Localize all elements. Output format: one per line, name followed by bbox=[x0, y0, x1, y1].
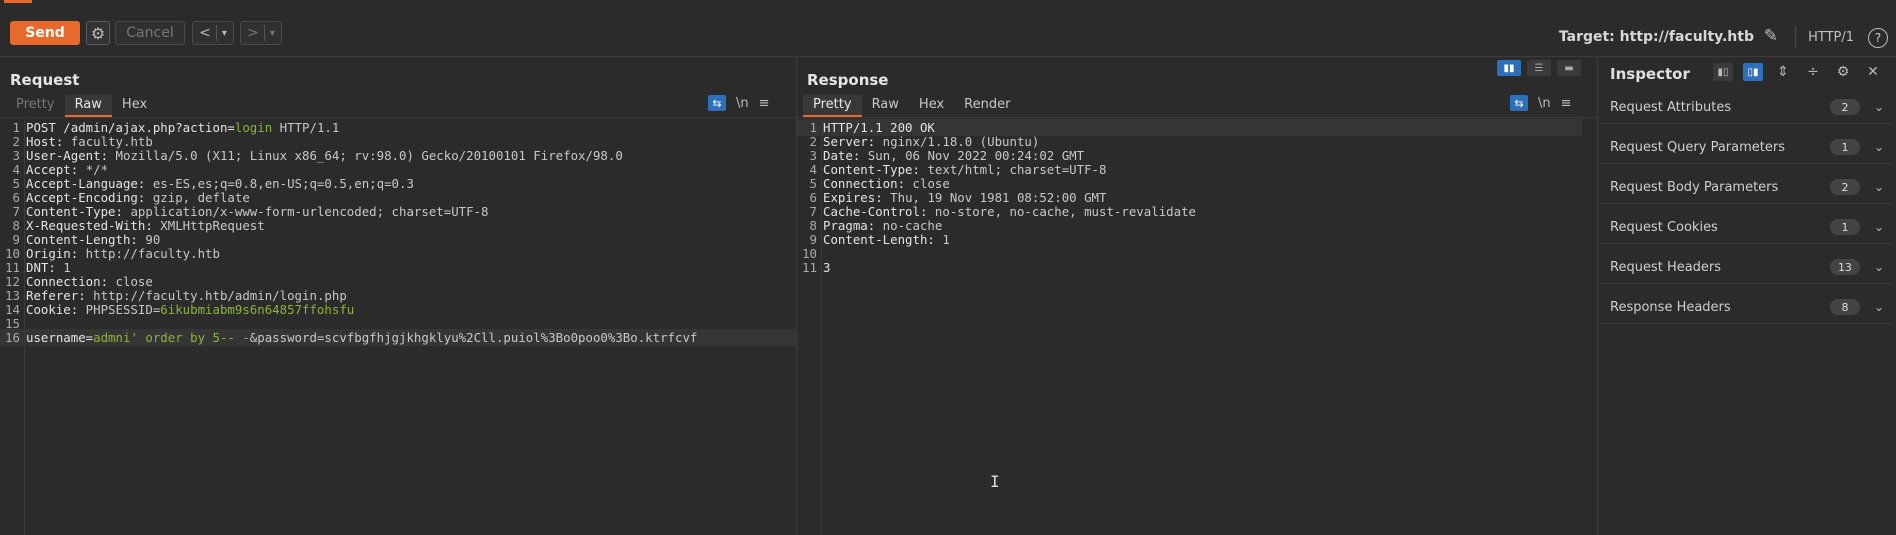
request-tab-pretty[interactable]: Pretty bbox=[6, 95, 65, 117]
inspector-section[interactable]: Request Cookies 1 ⌄ bbox=[1600, 211, 1894, 244]
response-tab-render[interactable]: Render bbox=[954, 95, 1020, 117]
window-top-strip bbox=[0, 0, 1896, 8]
line-content: 3 bbox=[823, 259, 830, 276]
request-tab-raw[interactable]: Raw bbox=[64, 95, 112, 117]
response-line[interactable]: 11 3 bbox=[797, 259, 1582, 276]
forward-dropdown-icon[interactable]: ▾ bbox=[270, 28, 275, 39]
chevron-down-icon[interactable]: ⌄ bbox=[1874, 100, 1884, 114]
cancel-button[interactable]: Cancel bbox=[115, 21, 185, 45]
count-badge: 2 bbox=[1829, 99, 1860, 115]
chevron-down-icon[interactable]: ⌄ bbox=[1874, 220, 1884, 234]
response-panel: Response Pretty Raw Hex Render ⇆ \n ≡ 1H… bbox=[797, 57, 1598, 535]
response-title: Response bbox=[807, 71, 889, 89]
request-tab-hex[interactable]: Hex bbox=[112, 95, 157, 117]
count-badge: 2 bbox=[1829, 179, 1860, 195]
inspector-title: Inspector bbox=[1610, 65, 1690, 83]
edit-target-pencil-icon[interactable]: ✎ bbox=[1764, 26, 1778, 46]
chevron-down-icon[interactable]: ⌄ bbox=[1874, 260, 1884, 274]
response-editor-options: ⇆ \n ≡ bbox=[1510, 95, 1572, 111]
inspector-toolbar: ▮▯ ▯▮ ⇕ ÷ ⚙ ✕ bbox=[1713, 63, 1883, 81]
layout-tabs-icon[interactable]: ▬ bbox=[1557, 60, 1581, 76]
help-icon[interactable]: ? bbox=[1868, 28, 1888, 48]
inspector-panel: Inspector ▮▯ ▯▮ ⇕ ÷ ⚙ ✕ Request Attribut… bbox=[1598, 57, 1896, 535]
newline-toggle[interactable]: \n bbox=[736, 96, 749, 111]
line-number: 11 bbox=[802, 260, 817, 275]
inspector-section[interactable]: Request Headers 13 ⌄ bbox=[1600, 251, 1894, 284]
section-label: Request Body Parameters bbox=[1610, 179, 1779, 195]
target-label: Target: http://faculty.htb bbox=[1558, 29, 1754, 45]
toolbar-divider bbox=[1795, 26, 1796, 48]
layout-side-by-side-icon[interactable]: ▮▮ bbox=[1497, 60, 1521, 76]
send-options-gear-icon[interactable]: ⚙ bbox=[86, 21, 110, 45]
history-back-button[interactable]: < ▾ bbox=[192, 21, 234, 45]
inspector-section[interactable]: Response Headers 8 ⌄ bbox=[1600, 291, 1894, 324]
section-label: Request Cookies bbox=[1610, 219, 1718, 235]
header-name: 3 bbox=[823, 260, 831, 275]
inspector-section[interactable]: Request Attributes 2 ⌄ bbox=[1600, 91, 1894, 124]
response-tab-hex[interactable]: Hex bbox=[909, 95, 954, 117]
header-name: username= bbox=[26, 330, 94, 345]
count-badge: 1 bbox=[1829, 139, 1860, 155]
request-tabs: Pretty Raw Hex bbox=[6, 95, 157, 117]
send-button[interactable]: Send bbox=[10, 21, 80, 45]
request-tab-divider bbox=[0, 117, 796, 118]
inspector-section[interactable]: Request Body Parameters 2 ⌄ bbox=[1600, 171, 1894, 204]
header-value: &password=scvfbgfhjgjkhgklyu%2Cll.puiol%… bbox=[249, 330, 698, 345]
section-label: Response Headers bbox=[1610, 299, 1731, 315]
response-tab-pretty[interactable]: Pretty bbox=[803, 95, 862, 117]
wrap-lines-icon[interactable]: ⇆ bbox=[1510, 95, 1528, 111]
request-editor[interactable]: 1 POST /admin/ajax.php?action=login HTTP/… bbox=[0, 119, 796, 535]
inspector-layout-left-icon[interactable]: ▮▯ bbox=[1713, 63, 1733, 81]
newline-toggle[interactable]: \n bbox=[1538, 96, 1551, 111]
wrap-lines-icon[interactable]: ⇆ bbox=[708, 95, 726, 111]
collapse-all-icon[interactable]: ÷ bbox=[1803, 63, 1823, 81]
chevron-down-icon[interactable]: ⌄ bbox=[1874, 300, 1884, 314]
count-badge: 8 bbox=[1829, 299, 1860, 315]
request-menu-icon[interactable]: ≡ bbox=[759, 96, 770, 111]
text-cursor-icon: I bbox=[990, 472, 1000, 491]
response-editor[interactable]: 1 HTTP/1.1 200 OK 2 Server: nginx/1.18.0 (U… bbox=[797, 119, 1597, 535]
chevron-down-icon[interactable]: ⌄ bbox=[1874, 180, 1884, 194]
section-label: Request Headers bbox=[1610, 259, 1722, 275]
request-editor-options: ⇆ \n ≡ bbox=[708, 95, 770, 111]
panel-layout-switcher: ▮▮ ☰ ▬ bbox=[1497, 60, 1581, 76]
expand-all-icon[interactable]: ⇕ bbox=[1773, 63, 1793, 81]
inspector-layout-right-icon[interactable]: ▯▮ bbox=[1743, 63, 1763, 81]
http-version-toggle[interactable]: HTTP/1 bbox=[1808, 30, 1854, 45]
section-label: Request Query Parameters bbox=[1610, 139, 1785, 155]
count-badge: 1 bbox=[1829, 219, 1860, 235]
response-tab-raw[interactable]: Raw bbox=[862, 95, 909, 117]
section-label: Request Attributes bbox=[1610, 99, 1732, 115]
response-tabs: Pretty Raw Hex Render bbox=[803, 95, 1020, 117]
history-forward-button[interactable]: > ▾ bbox=[240, 21, 282, 45]
response-tab-divider bbox=[797, 117, 1597, 118]
chevron-down-icon[interactable]: ⌄ bbox=[1874, 140, 1884, 154]
request-panel: Request Pretty Raw Hex ⇆ \n ≡ 1 POST /adm… bbox=[0, 57, 797, 535]
param-value: admni' order by 5-- - bbox=[93, 330, 250, 345]
layout-stacked-icon[interactable]: ☰ bbox=[1527, 60, 1551, 76]
request-line[interactable]: 16 username=admni' order by 5-- -&passwor… bbox=[0, 329, 796, 346]
back-arrow-icon: < bbox=[199, 25, 211, 41]
inspector-settings-gear-icon[interactable]: ⚙ bbox=[1833, 63, 1853, 81]
active-tab-accent bbox=[4, 0, 32, 3]
back-dropdown-icon[interactable]: ▾ bbox=[222, 28, 227, 39]
close-inspector-icon[interactable]: ✕ bbox=[1863, 63, 1883, 81]
repeater-toolbar: Send ⚙ Cancel < ▾ > ▾ Target: http://facul… bbox=[0, 8, 1896, 57]
inspector-section[interactable]: Request Query Parameters 1 ⌄ bbox=[1600, 131, 1894, 164]
line-content: username=admni' order by 5-- -&password=… bbox=[26, 329, 697, 346]
line-number: 16 bbox=[5, 330, 20, 345]
count-badge: 13 bbox=[1829, 259, 1860, 275]
request-title: Request bbox=[10, 71, 80, 89]
response-menu-icon[interactable]: ≡ bbox=[1561, 96, 1572, 111]
forward-arrow-icon: > bbox=[247, 25, 259, 41]
